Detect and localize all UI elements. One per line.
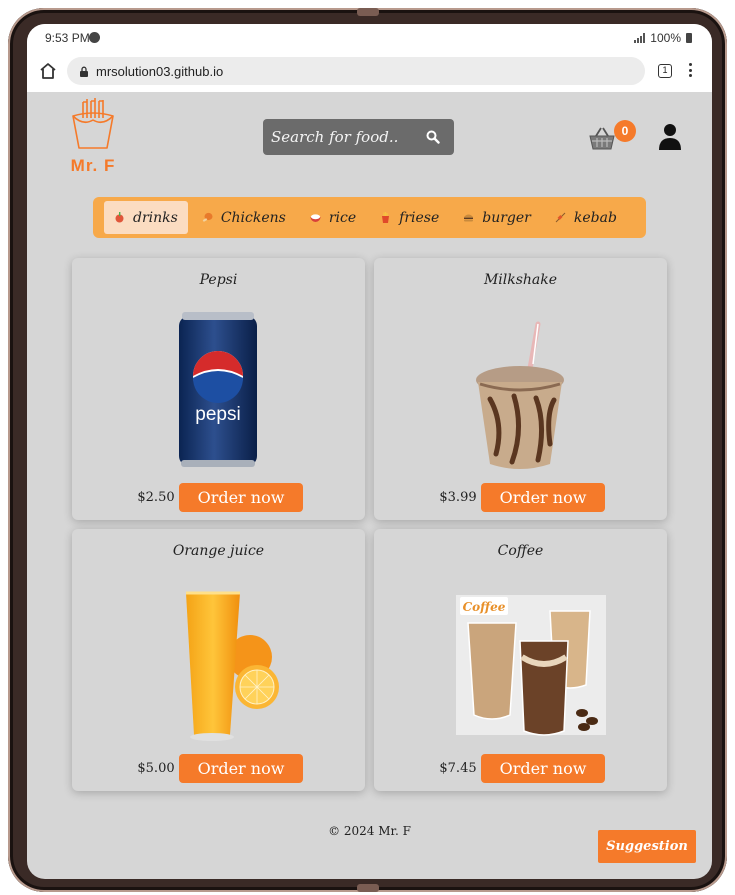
user-icon[interactable] xyxy=(658,122,682,150)
signal-icon xyxy=(634,33,646,43)
tabs-icon[interactable]: 1 xyxy=(658,64,672,78)
product-name: Coffee xyxy=(497,543,544,559)
product-name: Milkshake xyxy=(483,272,558,288)
order-now-button[interactable]: Order now xyxy=(179,483,303,512)
product-price: $5.00 xyxy=(137,761,175,776)
status-right: 100% xyxy=(634,31,692,45)
category-bar: drinks Chickens rice friese burger kebab xyxy=(93,197,646,238)
svg-text:Coffee: Coffee xyxy=(463,600,506,614)
category-drinks[interactable]: drinks xyxy=(104,201,188,234)
burger-icon xyxy=(464,214,474,222)
iced-coffee-image: Coffee xyxy=(456,595,606,736)
product-name: Orange juice xyxy=(172,543,265,559)
category-friese[interactable]: friese xyxy=(370,201,449,234)
device-hinge-bottom xyxy=(357,884,379,892)
logo-text: Mr. F xyxy=(70,156,116,175)
category-rice[interactable]: rice xyxy=(300,201,366,234)
orange-juice-image xyxy=(186,591,279,741)
order-now-button[interactable]: Order now xyxy=(481,483,605,512)
svg-text:pepsi: pepsi xyxy=(195,404,240,425)
category-kebab[interactable]: kebab xyxy=(545,201,627,234)
status-bar: 9:53 PM 100% xyxy=(27,24,712,52)
browser-bar: mrsolution03.github.io 1 xyxy=(27,52,712,92)
spotify-icon xyxy=(89,32,100,43)
product-card-pepsi: Pepsi pepsi $2.50 Order now xyxy=(72,258,365,520)
cart-button[interactable]: 0 xyxy=(588,120,638,154)
fries-logo-icon xyxy=(72,98,114,149)
url-bar[interactable]: mrsolution03.github.io xyxy=(67,57,645,85)
kebab-icon xyxy=(555,212,566,223)
home-icon[interactable] xyxy=(39,62,57,80)
logo[interactable]: Mr. F xyxy=(67,96,119,176)
more-menu-icon[interactable] xyxy=(688,63,692,79)
category-label: kebab xyxy=(573,209,617,226)
search-input[interactable] xyxy=(263,128,415,146)
category-chickens[interactable]: Chickens xyxy=(192,201,296,234)
battery-level: 100% xyxy=(650,31,681,45)
category-label: burger xyxy=(482,209,531,226)
pepsi-can-image: pepsi xyxy=(179,312,257,467)
order-now-button[interactable]: Order now xyxy=(481,754,605,783)
product-price: $2.50 xyxy=(137,490,175,505)
category-label: rice xyxy=(328,209,357,226)
category-label: friese xyxy=(399,209,440,226)
order-now-button[interactable]: Order now xyxy=(179,754,303,783)
milkshake-image xyxy=(476,321,564,469)
suggestion-button[interactable]: Suggestion xyxy=(598,830,696,863)
fries-icon xyxy=(382,212,390,223)
search-box xyxy=(263,119,454,155)
url-text: mrsolution03.github.io xyxy=(96,63,224,79)
category-label: drinks xyxy=(133,209,178,226)
product-card-milkshake: Milkshake $3.99 Order now xyxy=(374,258,667,520)
product-card-orange-juice: Orange juice $5.00 Order now xyxy=(72,529,365,791)
search-icon[interactable] xyxy=(426,130,440,144)
product-price: $3.99 xyxy=(439,490,477,505)
battery-icon xyxy=(686,33,692,43)
category-label: Chickens xyxy=(220,209,286,226)
product-price: $7.45 xyxy=(439,761,477,776)
cart-count-badge: 0 xyxy=(614,120,636,142)
basket-icon xyxy=(589,127,615,150)
lock-icon xyxy=(80,66,88,77)
category-burger[interactable]: burger xyxy=(453,201,541,234)
device-hinge-top xyxy=(357,8,379,16)
status-time: 9:53 PM xyxy=(45,31,90,45)
chicken-icon xyxy=(202,212,213,222)
drink-icon xyxy=(115,212,124,223)
rice-icon xyxy=(310,214,321,222)
product-card-coffee: Coffee Coffee $7.45 Order now xyxy=(374,529,667,791)
screen: 9:53 PM 100% mrsolution03.github.io 1 Mr… xyxy=(27,24,712,879)
product-name: Pepsi xyxy=(199,272,238,288)
